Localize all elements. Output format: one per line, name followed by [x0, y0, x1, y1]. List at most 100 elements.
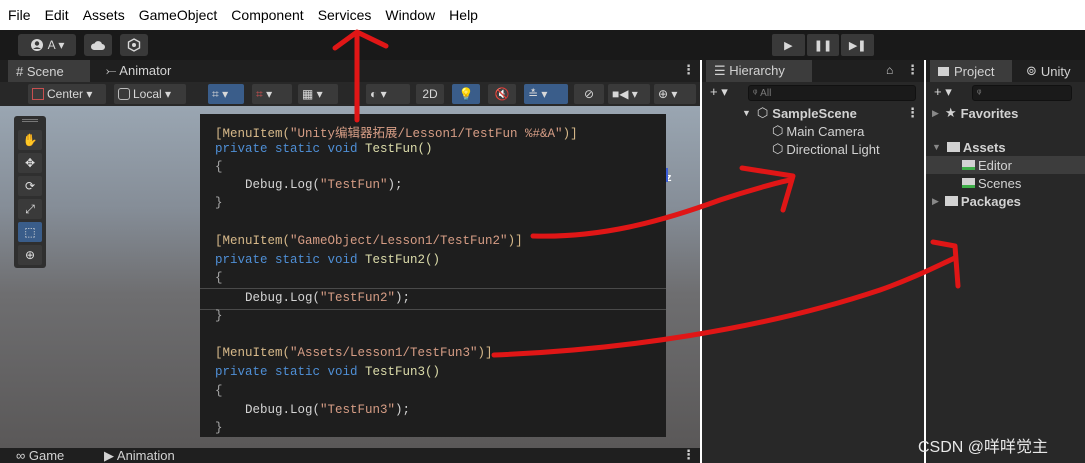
local-icon	[118, 88, 130, 100]
lighting-toggle[interactable]: 💡	[452, 84, 480, 104]
audio-toggle[interactable]: 🔇	[488, 84, 516, 104]
collab-icon	[127, 38, 141, 52]
effects-toggle[interactable]: ≛ ▾	[524, 84, 568, 104]
rect-tool-icon[interactable]: ⬚	[18, 222, 42, 242]
tab-animator[interactable]: ⤚ Animator	[98, 60, 192, 82]
scale-tool-icon[interactable]: ⤢	[18, 199, 42, 219]
watermark: CSDN @咩咩觉主	[918, 439, 1049, 456]
space-label: Local ▾	[133, 87, 172, 101]
expand-arrow-icon[interactable]: ▼	[742, 108, 751, 118]
scene-root-row[interactable]: ▼ ⬡ SampleScene ⋮	[742, 104, 922, 122]
draw-mode-icon: ◐ ▾	[370, 87, 387, 101]
project-add-button[interactable]: + ▾	[934, 84, 952, 100]
project-tree-label: Scenes	[978, 175, 1022, 191]
project-search-input[interactable]: ᵠ	[972, 85, 1072, 101]
increment-snap-button[interactable]: ⌗ ▾	[252, 84, 292, 104]
code-line: private static void TestFun()	[215, 142, 433, 156]
code-line: private static void TestFun2()	[215, 253, 441, 267]
expand-arrow-icon[interactable]: ▼	[932, 142, 941, 152]
collapse-arrow-icon[interactable]: ▶	[932, 108, 939, 119]
tab-animation[interactable]: ▶ Animation	[104, 448, 175, 463]
scene-name: SampleScene	[772, 105, 857, 121]
hierarchy-item-label: Directional Light	[786, 141, 880, 157]
collapse-arrow-icon[interactable]: ▶	[932, 196, 939, 207]
palette-grip-icon[interactable]	[22, 119, 38, 122]
hierarchy-item[interactable]: ⬡ Directional Light	[772, 140, 880, 158]
project-tree-scenes[interactable]: Scenes	[962, 174, 1021, 192]
code-line: [MenuItem("GameObject/Lesson1/TestFun2")…	[215, 234, 523, 248]
gameobject-icon: ⬡	[772, 123, 784, 138]
eye-slash-icon: ⊘	[583, 87, 595, 101]
tab-unity[interactable]: ⊚ Unity	[1018, 60, 1085, 82]
camera-settings-button[interactable]: ■◀ ▾	[608, 84, 650, 104]
collab-button[interactable]	[120, 34, 148, 56]
project-tree-packages[interactable]: ▶ Packages	[932, 192, 1021, 210]
code-line: {	[215, 384, 223, 398]
lock-icon[interactable]: ⌂	[886, 63, 893, 77]
main-toolbar: A ▾ ▶ ❚❚ ▶❚	[0, 30, 1085, 60]
tab-project-label: Project	[954, 63, 995, 79]
scene-menu-icon[interactable]: ⋮	[682, 62, 695, 78]
tab-unity-label: Unity	[1040, 63, 1071, 79]
unity-scene-icon: ⬡	[756, 105, 769, 120]
grid-visibility-icon: ▦ ▾	[302, 87, 323, 101]
menu-window[interactable]: Window	[385, 7, 435, 23]
code-snippet: [MenuItem("Unity编辑器拓展/Lesson1/TestFun %#…	[200, 114, 666, 437]
hierarchy-add-button[interactable]: + ▾	[710, 84, 728, 100]
star-icon: ★	[944, 105, 957, 120]
project-tree-label: Editor	[978, 157, 1012, 173]
play-controls: ▶ ❚❚ ▶❚	[772, 34, 875, 56]
pause-button[interactable]: ❚❚	[806, 34, 840, 56]
tab-game[interactable]: ∞ Game	[16, 448, 64, 463]
increment-snap-icon: ⌗	[256, 86, 263, 101]
project-tree-assets[interactable]: ▼ Assets	[932, 138, 1006, 156]
hierarchy-menu-icon[interactable]: ⋮	[906, 62, 919, 78]
step-button[interactable]: ▶❚	[841, 34, 875, 56]
menu-bar: File Edit Assets GameObject Component Se…	[0, 0, 1085, 30]
code-line: }	[215, 421, 223, 435]
hierarchy-item[interactable]: ⬡ Main Camera	[772, 122, 864, 140]
project-tabbar: Project ⊚ Unity	[926, 60, 1085, 82]
menu-edit[interactable]: Edit	[45, 7, 69, 23]
toggle-2d-button[interactable]: 2D	[416, 84, 444, 104]
project-tree-editor[interactable]: Editor	[926, 156, 1085, 174]
menu-services[interactable]: Services	[318, 7, 372, 23]
code-line: Debug.Log("TestFun");	[215, 178, 403, 192]
bottom-menu-icon[interactable]: ⋮	[682, 447, 695, 463]
menu-gameobject[interactable]: GameObject	[139, 7, 218, 23]
project-tree-favorites[interactable]: ▶ ★ Favorites	[932, 104, 1018, 122]
hand-tool-icon[interactable]: ✋	[18, 130, 42, 150]
grid-snap-button[interactable]: ⌗ ▾	[208, 84, 244, 104]
move-tool-icon[interactable]: ✥	[18, 153, 42, 173]
scene-menu-icon[interactable]: ⋮	[906, 105, 919, 121]
menu-help[interactable]: Help	[449, 7, 478, 23]
hierarchy-search-input[interactable]: ᵠ All	[748, 85, 916, 101]
tab-scene[interactable]: # Scene	[8, 60, 90, 82]
gameobject-icon: ⬡	[772, 141, 784, 156]
menu-file[interactable]: File	[8, 7, 31, 23]
cloud-button[interactable]	[84, 34, 112, 56]
code-line: {	[215, 160, 223, 174]
code-line: {	[215, 271, 223, 285]
menu-assets[interactable]: Assets	[83, 7, 125, 23]
transform-tool-icon[interactable]: ⊕	[18, 245, 42, 265]
account-button[interactable]: A ▾	[18, 34, 76, 56]
tab-project[interactable]: Project	[930, 60, 1012, 82]
gizmos-button[interactable]: ⊕ ▾	[654, 84, 696, 104]
gizmos-icon: ⊕ ▾	[658, 87, 678, 101]
tool-palette: ✋ ✥ ⟳ ⤢ ⬚ ⊕	[14, 116, 46, 268]
rotate-tool-icon[interactable]: ⟳	[18, 176, 42, 196]
pivot-icon	[32, 88, 44, 100]
menu-component[interactable]: Component	[231, 7, 303, 23]
draw-mode-button[interactable]: ◐ ▾	[366, 84, 410, 104]
space-toggle[interactable]: Local ▾	[114, 84, 186, 104]
tab-hierarchy[interactable]: ☰ Hierarchy	[706, 60, 812, 82]
play-button[interactable]: ▶	[772, 34, 805, 56]
unity-editor-window: File Edit Assets GameObject Component Se…	[0, 0, 1085, 463]
hierarchy-tabbar: ☰ Hierarchy ⌂ ⋮	[702, 60, 924, 82]
open-folder-icon	[946, 142, 960, 152]
hidden-objects-toggle[interactable]: ⊘	[574, 84, 604, 104]
pivot-toggle[interactable]: Center ▾	[28, 84, 106, 104]
grid-snap-icon: ⌗ ▾	[212, 86, 229, 101]
grid-visibility-button[interactable]: ▦ ▾	[298, 84, 338, 104]
